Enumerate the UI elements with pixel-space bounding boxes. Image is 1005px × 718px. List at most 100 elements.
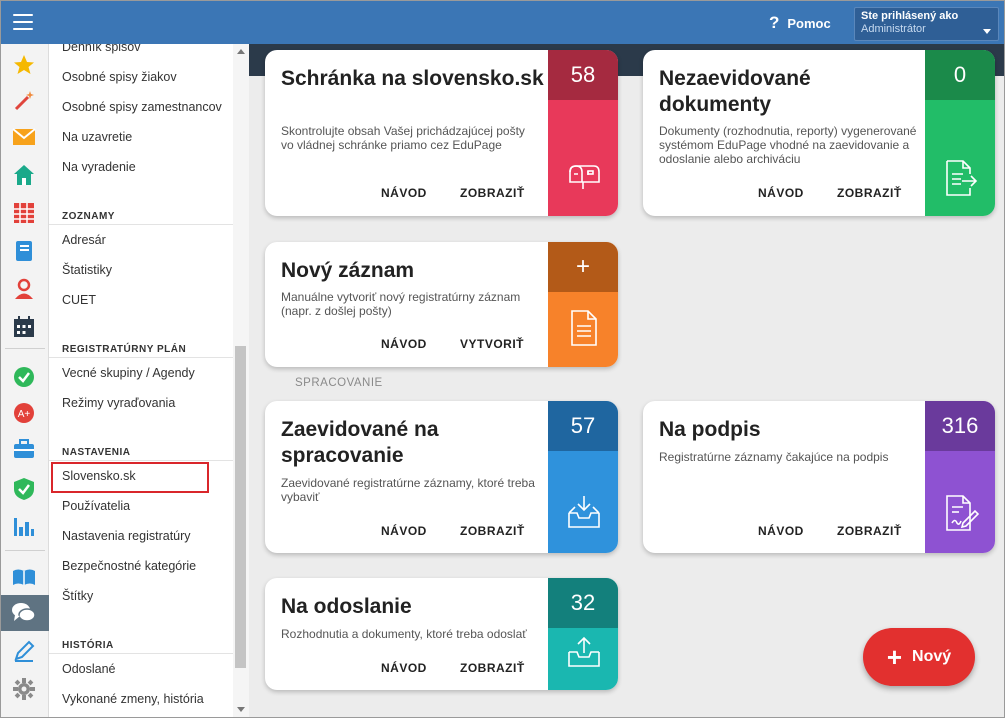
user-role: Administrátor	[861, 23, 926, 35]
card-na-odoslanie[interactable]: Na odoslanie Rozhodnutia a dokumenty, kt…	[265, 578, 618, 690]
card-description: Manuálne vytvoriť nový registratúrny záz…	[281, 290, 521, 318]
plus-badge[interactable]: +	[548, 242, 618, 292]
card-zaevidovane[interactable]: Zaevidované na spracovanie Zaevidované r…	[265, 401, 618, 553]
star-icon[interactable]	[11, 52, 37, 78]
zobrazit-link[interactable]: ZOBRAZIŤ	[460, 186, 525, 200]
help-label: Pomoc	[787, 15, 831, 31]
navod-link[interactable]: NÁVOD	[381, 337, 427, 351]
navod-link[interactable]: NÁVOD	[758, 186, 804, 200]
menu-item-adresar[interactable]: Adresár	[62, 233, 106, 247]
menu-item-nastavenia-registratury[interactable]: Nastavenia registratúry	[62, 529, 191, 543]
grade-icon[interactable]: A+	[11, 400, 37, 426]
pen-icon[interactable]	[11, 638, 37, 664]
menu-divider	[49, 224, 233, 225]
book-icon[interactable]	[11, 564, 37, 590]
card-title: Na odoslanie	[281, 595, 412, 618]
inbox-download-icon	[566, 493, 602, 533]
magic-wand-icon[interactable]	[11, 88, 37, 114]
card-novy-zaznam[interactable]: Nový záznam Manuálne vytvoriť nový regis…	[265, 242, 618, 367]
card-description: Zaevidované registratúrne záznamy, ktoré…	[281, 476, 535, 504]
menu-item-statistiky[interactable]: Štatistiky	[62, 263, 112, 277]
menu-section-zoznamy: ZOZNAMY	[62, 211, 115, 222]
card-schranka[interactable]: Schránka na slovensko.sk Skontrolujte ob…	[265, 50, 618, 216]
hamburger-icon[interactable]	[13, 14, 33, 30]
card-nezaevidovane[interactable]: Nezaevidované dokumenty Dokumenty (rozho…	[643, 50, 995, 216]
new-record-button[interactable]: + Nový	[863, 628, 975, 686]
menu-item-odoslane[interactable]: Odoslané	[62, 662, 116, 676]
help-button[interactable]: ? Pomoc	[769, 13, 831, 33]
card-side-panel: 58	[548, 50, 618, 216]
card-title: Na podpis	[659, 418, 761, 441]
new-record-label: Nový	[912, 648, 952, 665]
menu-item-na-uzavretie[interactable]: Na uzavretie	[62, 130, 132, 144]
chevron-down-icon	[983, 29, 991, 34]
menu-item-osobne-spisy-zamestnancov[interactable]: Osobné spisy zamestnancov	[62, 100, 222, 114]
menu-item-vecne-skupiny[interactable]: Vecné skupiny / Agendy	[62, 366, 195, 380]
user-account-dropdown[interactable]: Ste prihlásený ako Administrátor	[854, 7, 999, 41]
card-na-podpis[interactable]: Na podpis Registratúrne záznamy čakajúce…	[643, 401, 995, 553]
menu-item-cuet[interactable]: CUET	[62, 293, 96, 307]
count-badge: 57	[548, 401, 618, 451]
card-title: Schránka na slovensko.sk	[281, 67, 544, 90]
card-title: Nový záznam	[281, 259, 415, 282]
menu-item-vykonane-zmeny[interactable]: Vykonané zmeny, história	[62, 692, 204, 706]
menu-item-osobne-spisy-ziakov[interactable]: Osobné spisy žiakov	[62, 70, 177, 84]
menu-section-nastavenia: NASTAVENIA	[62, 447, 131, 458]
rail-divider	[5, 348, 45, 349]
zobrazit-link[interactable]: ZOBRAZIŤ	[837, 186, 902, 200]
user-icon[interactable]	[11, 276, 37, 302]
scroll-down-arrow-icon[interactable]	[237, 707, 245, 712]
menu-item-rezimy-vyradovania[interactable]: Režimy vyraďovania	[62, 396, 175, 410]
card-description: Registratúrne záznamy čakajúce na podpis	[659, 450, 889, 464]
chat-icon[interactable]	[11, 600, 37, 626]
menu-divider	[49, 357, 233, 358]
scroll-up-arrow-icon[interactable]	[237, 49, 245, 54]
count-badge: 0	[925, 50, 995, 100]
scrollbar-thumb[interactable]	[235, 346, 246, 668]
icon-rail: A+	[1, 44, 49, 717]
user-label: Ste prihlásený ako	[861, 10, 959, 22]
navod-link[interactable]: NÁVOD	[381, 186, 427, 200]
navod-link[interactable]: NÁVOD	[381, 524, 427, 538]
shield-check-icon[interactable]	[11, 476, 37, 502]
menu-item-dennik-spisov[interactable]: Denník spisov	[62, 44, 141, 54]
svg-text:A+: A+	[18, 409, 31, 420]
bar-chart-icon[interactable]	[11, 514, 37, 540]
navod-link[interactable]: NÁVOD	[381, 661, 427, 675]
menu-section-historia: HISTÓRIA	[62, 640, 114, 651]
timetable-icon[interactable]	[11, 200, 37, 226]
card-side-panel: 0	[925, 50, 995, 216]
menu-divider	[49, 653, 233, 654]
check-circle-icon[interactable]	[11, 364, 37, 390]
zobrazit-link[interactable]: ZOBRAZIŤ	[460, 524, 525, 538]
menu-section-registraturny-plan: REGISTRATÚRNY PLÁN	[62, 344, 187, 355]
card-side-panel: +	[548, 242, 618, 367]
plus-icon: +	[886, 642, 903, 672]
vytvorit-link[interactable]: VYTVORIŤ	[460, 337, 524, 351]
mailbox-icon	[566, 158, 602, 198]
side-menu: Denník spisov Osobné spisy žiakov Osobné…	[49, 44, 249, 717]
gear-icon[interactable]	[11, 676, 37, 702]
rail-divider	[5, 550, 45, 551]
top-bar: ? Pomoc Ste prihlásený ako Administrátor	[1, 1, 1004, 44]
menu-item-na-vyradenie[interactable]: Na vyradenie	[62, 160, 136, 174]
card-title: Zaevidované na spracovanie	[281, 418, 439, 467]
notebook-icon[interactable]	[11, 238, 37, 264]
mail-icon[interactable]	[11, 124, 37, 150]
card-side-panel: 316	[925, 401, 995, 553]
card-title: Nezaevidované dokumenty	[659, 67, 811, 116]
briefcase-icon[interactable]	[11, 436, 37, 462]
menu-item-slovensko-sk[interactable]: Slovensko.sk	[62, 469, 136, 483]
home-icon[interactable]	[11, 162, 37, 188]
document-icon	[566, 308, 602, 348]
calendar-icon[interactable]	[11, 314, 37, 340]
navod-link[interactable]: NÁVOD	[758, 524, 804, 538]
zobrazit-link[interactable]: ZOBRAZIŤ	[460, 661, 525, 675]
card-description: Dokumenty (rozhodnutia, reporty) vygener…	[659, 124, 917, 166]
sign-document-icon	[943, 493, 980, 533]
zobrazit-link[interactable]: ZOBRAZIŤ	[837, 524, 902, 538]
menu-item-stitky[interactable]: Štítky	[62, 589, 93, 603]
count-badge: 32	[548, 578, 618, 628]
menu-item-pouzivatelia[interactable]: Používatelia	[62, 499, 130, 513]
menu-item-bezpecnostne-kategorie[interactable]: Bezpečnostné kategórie	[62, 559, 196, 573]
